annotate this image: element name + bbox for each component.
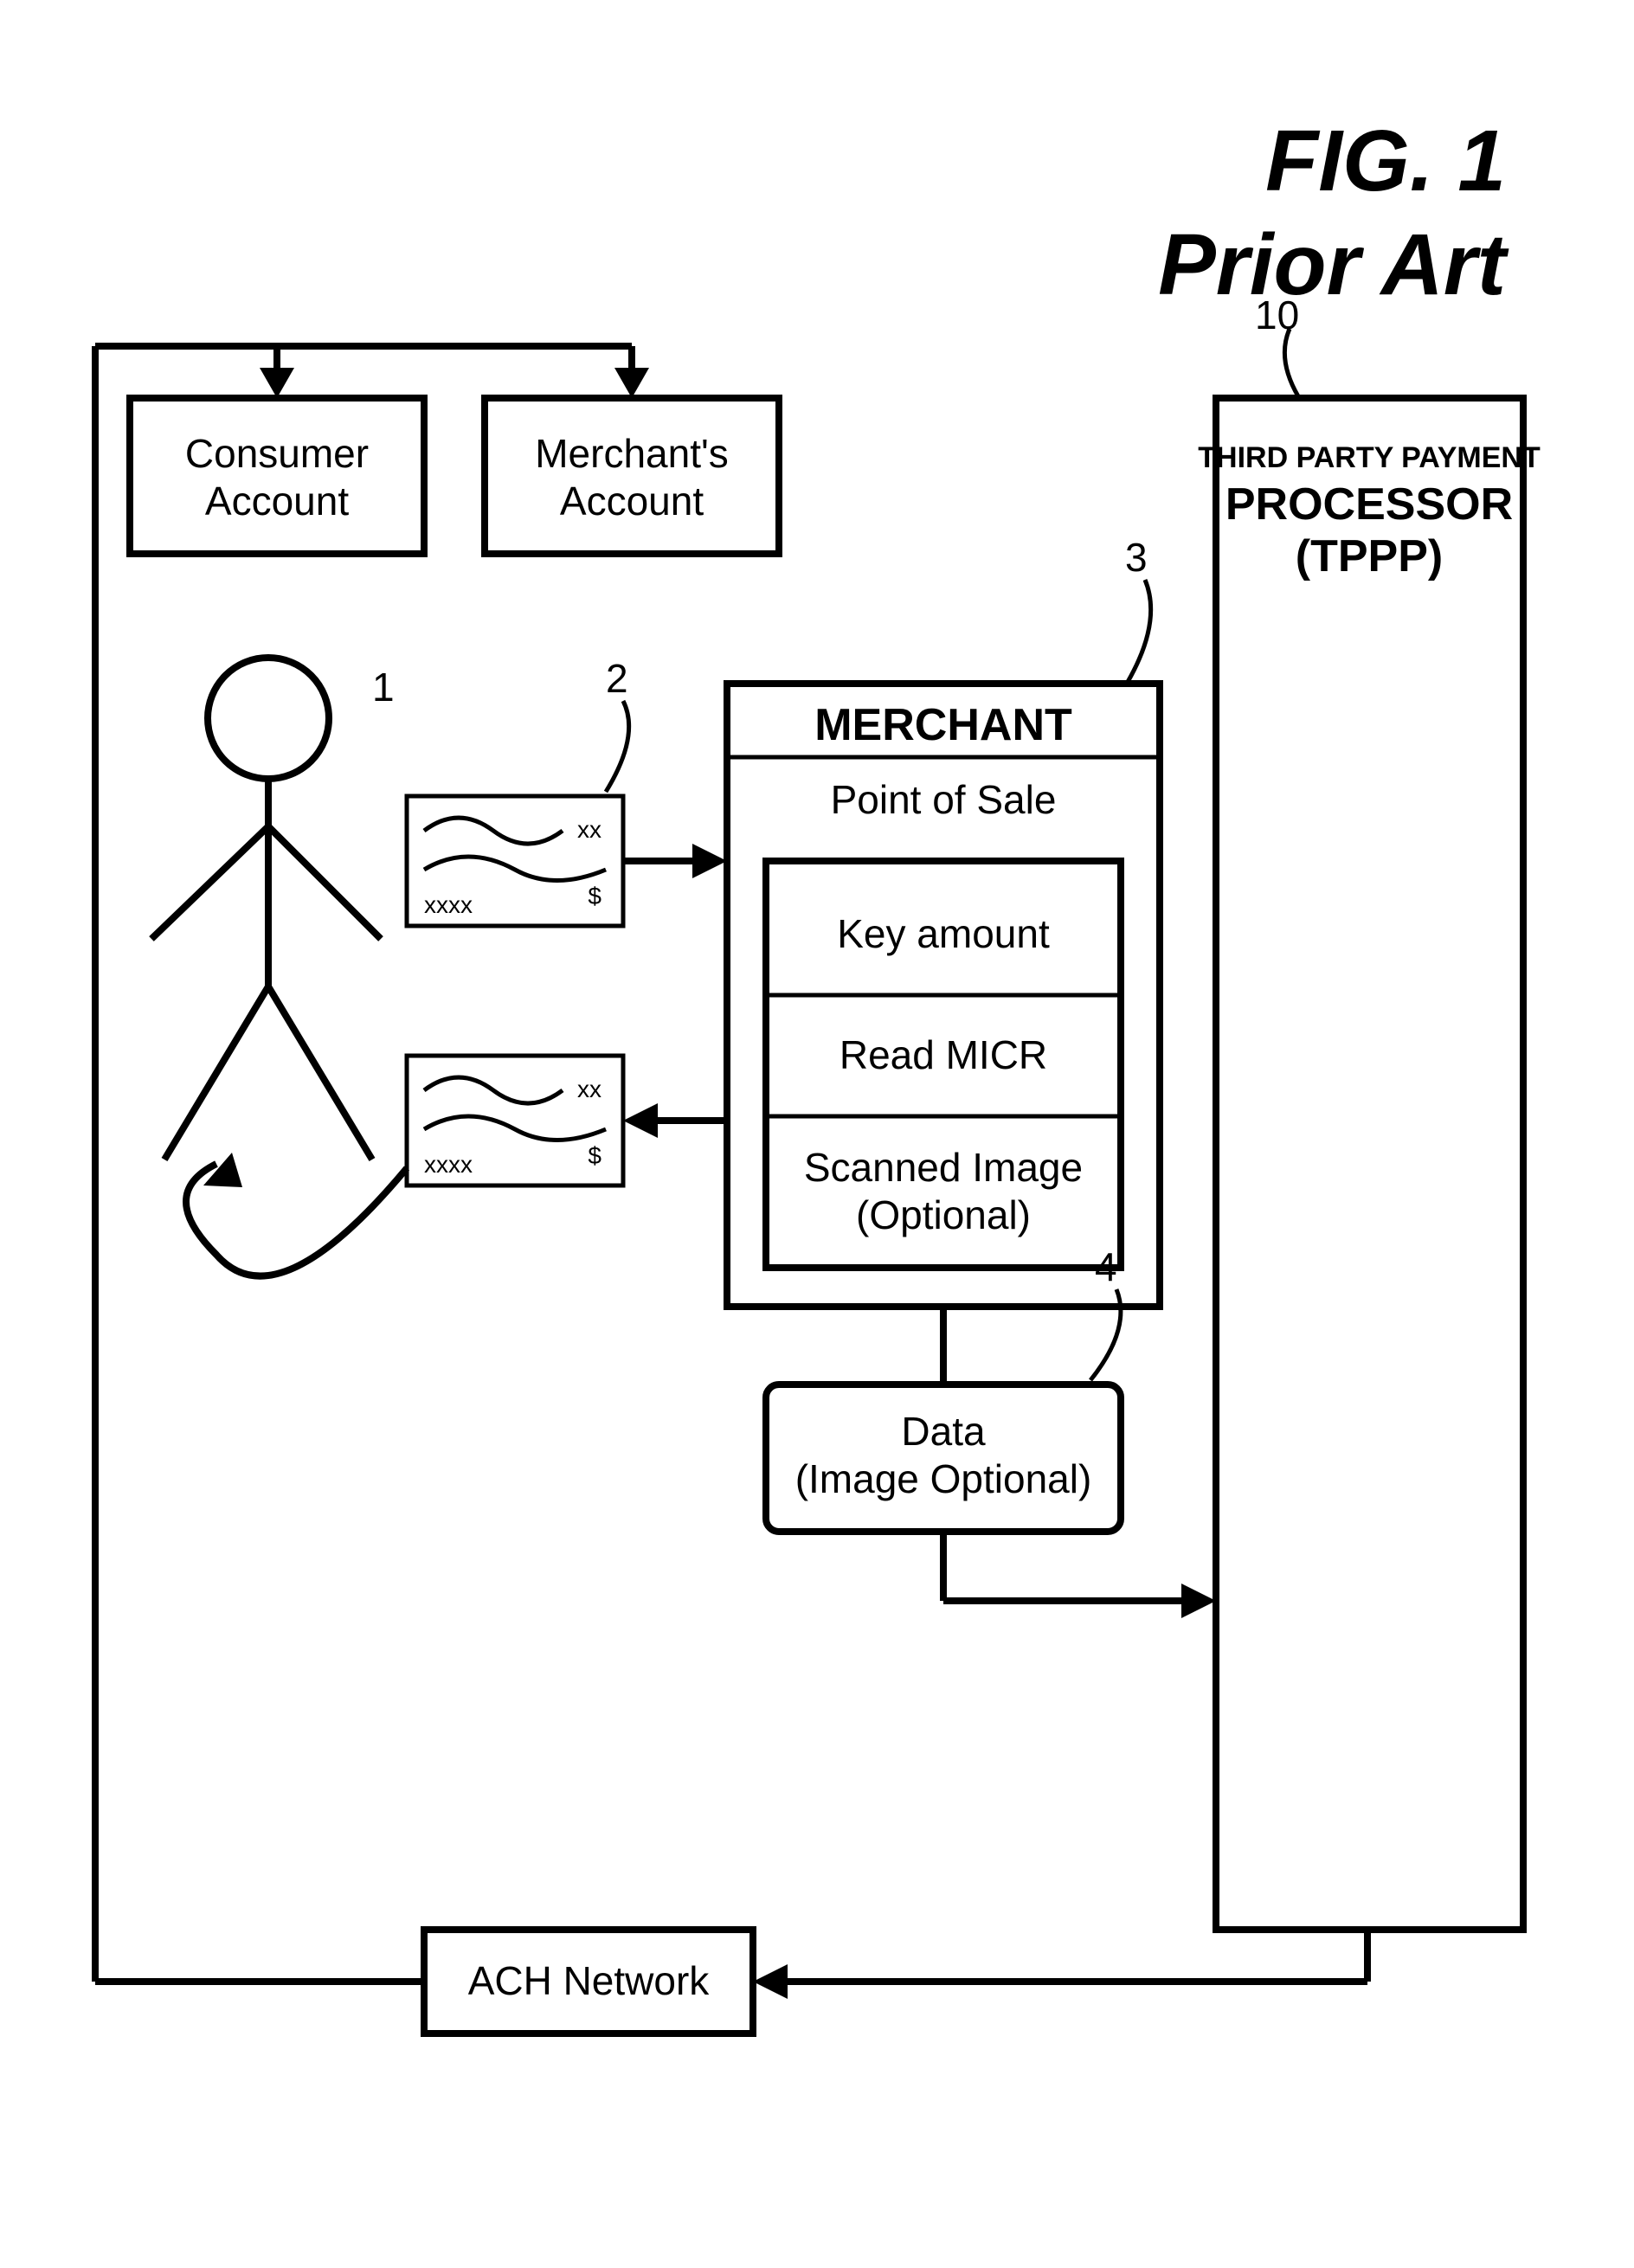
figure-label: FIG. 1 [1265, 112, 1506, 209]
tppp-line1: THIRD PARTY PAYMENT [1198, 441, 1541, 474]
svg-text:xxxx: xxxx [424, 1151, 473, 1178]
ref-10: 10 [1255, 292, 1299, 337]
check-to-merchant-icon: xx $ xxxx [407, 796, 623, 926]
merchant-row3a: Scanned Image [804, 1145, 1083, 1190]
arrow-merchant-to-check2-head [623, 1103, 658, 1138]
tppp-line3: (TPPP) [1296, 531, 1443, 581]
arrow-tppp-to-ach-head [753, 1964, 788, 1999]
ref-3-leader [1128, 580, 1151, 682]
svg-text:$: $ [588, 883, 601, 909]
ref-3: 3 [1125, 535, 1148, 580]
ref-2-leader [606, 701, 629, 792]
tppp-line2: PROCESSOR [1226, 479, 1513, 530]
data-line1: Data [901, 1409, 986, 1454]
merchant-row1: Key amount [837, 911, 1050, 956]
arrow-data-to-tppp-head [1181, 1584, 1216, 1618]
check-returned-icon: xx $ xxxx [407, 1056, 623, 1185]
merchant-row2: Read MICR [840, 1032, 1047, 1077]
svg-text:xxxx: xxxx [424, 891, 473, 918]
merchant-row3b: (Optional) [856, 1192, 1031, 1237]
figure-subtitle: Prior Art [1158, 216, 1509, 313]
svg-text:xx: xx [577, 816, 601, 843]
ref-2: 2 [606, 656, 628, 701]
merchants-account-box [485, 398, 779, 554]
arrow-to-merchacct-head [614, 368, 649, 398]
ach-network-label: ACH Network [468, 1958, 711, 2003]
ref-4: 4 [1095, 1244, 1117, 1289]
svg-text:xx: xx [577, 1076, 601, 1102]
merchant-pos: Point of Sale [831, 777, 1057, 822]
consumer-account-label-1: Consumer [185, 431, 369, 476]
merchants-account-label-1: Merchant's [535, 431, 729, 476]
arrow-to-consumer-head [260, 368, 294, 398]
merchant-title: MERCHANT [814, 700, 1072, 750]
data-line2: (Image Optional) [795, 1456, 1092, 1501]
merchants-account-label-2: Account [560, 479, 704, 524]
svg-text:$: $ [588, 1142, 601, 1169]
consumer-account-label-2: Account [205, 479, 349, 524]
diagram-canvas: FIG. 1 Prior Art Consumer Account Mercha… [0, 0, 1634, 2268]
ref-1: 1 [372, 665, 395, 710]
arrow-check-to-merchant-head [692, 844, 727, 878]
ref-10-leader [1284, 329, 1298, 396]
consumer-account-box [130, 398, 424, 554]
tppp-box [1216, 398, 1523, 1930]
consumer-person-icon [151, 658, 381, 1160]
